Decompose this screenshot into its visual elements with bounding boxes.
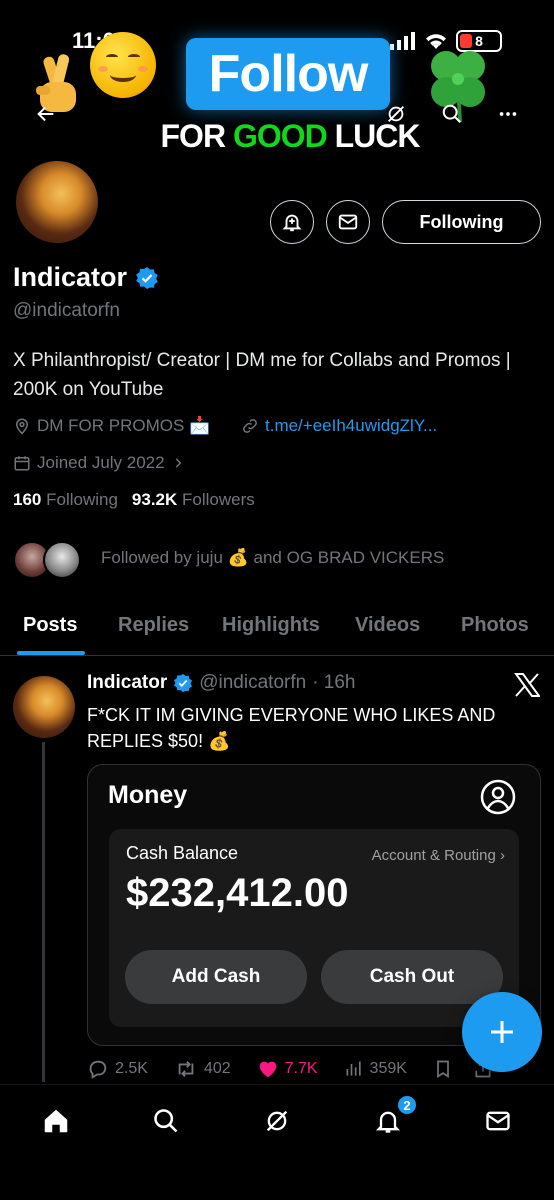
- search-icon: [442, 104, 461, 123]
- reply-icon: [89, 1060, 107, 1079]
- smiling-face-emoji: [90, 32, 156, 98]
- chevron-right-icon: [175, 458, 181, 468]
- notifications-badge: 2: [396, 1094, 418, 1116]
- joined-text: Joined July 2022: [37, 453, 165, 472]
- plus-icon: [491, 1021, 513, 1043]
- x-logo-icon: [514, 673, 540, 697]
- tweet-time: · 16h: [312, 672, 356, 693]
- like-button[interactable]: 7.7K: [257, 1058, 318, 1080]
- verified-badge-icon: [136, 266, 158, 289]
- signal-icon: [390, 32, 415, 50]
- location-pin-icon: [15, 418, 29, 435]
- home-icon: [44, 1109, 68, 1133]
- tweet-header: Indicator @indicatorfn · 16h: [87, 672, 356, 694]
- chevron-right-icon: ›: [500, 847, 505, 864]
- like-count: 7.7K: [284, 1060, 318, 1077]
- tab-highlights[interactable]: Highlights: [222, 614, 320, 637]
- more-options-button[interactable]: [488, 94, 528, 134]
- profile-name-row: Indicator: [13, 262, 159, 293]
- profile-location: DM FOR PROMOS 📩: [13, 416, 210, 436]
- cash-out-pill: Cash Out: [321, 950, 503, 1004]
- verified-badge-icon: [174, 673, 193, 693]
- views-chart-icon: [346, 1061, 361, 1076]
- tweet-text: F*CK IT IM GIVING EVERYONE WHO LIKES AND…: [87, 705, 496, 751]
- nav-messages[interactable]: [478, 1101, 518, 1141]
- followers-stat[interactable]: 93.2K Followers: [132, 490, 255, 510]
- calendar-icon: [14, 456, 30, 471]
- profile-bio: X Philanthropist/ Creator | DM me for Co…: [13, 350, 511, 400]
- following-stat[interactable]: 160 Following: [13, 490, 118, 510]
- tab-photos[interactable]: Photos: [461, 614, 529, 637]
- tweet-author-name[interactable]: Indicator: [87, 672, 167, 694]
- views-count: 359K: [369, 1060, 407, 1077]
- tab-posts[interactable]: Posts: [23, 614, 77, 637]
- cash-balance-label: Cash Balance: [126, 843, 239, 863]
- tweet-actions: 2.5K 402 7.7K 359K: [87, 1058, 537, 1080]
- link-text[interactable]: t.me/+eeIh4uwidgZlY...: [265, 416, 437, 436]
- profile-avatar[interactable]: [12, 157, 102, 247]
- tweet-avatar[interactable]: [13, 676, 75, 738]
- compose-button[interactable]: [462, 992, 542, 1072]
- cash-amount: $232,412.00: [126, 871, 349, 915]
- profile-tabs: Posts Replies Highlights Videos Photos: [0, 600, 554, 656]
- reply-count: 2.5K: [115, 1060, 148, 1077]
- bottom-navigation: [0, 1084, 554, 1200]
- reply-button[interactable]: 2.5K: [87, 1058, 148, 1080]
- bookmark-icon[interactable]: [433, 1058, 453, 1080]
- link-icon: [243, 419, 257, 433]
- profile-joined[interactable]: Joined July 2022: [13, 453, 185, 473]
- profile-link[interactable]: t.me/+eeIh4uwidgZlY...: [241, 416, 437, 436]
- back-button[interactable]: [26, 94, 66, 134]
- add-cash-pill: Add Cash: [125, 950, 307, 1004]
- tab-replies[interactable]: Replies: [118, 614, 189, 637]
- grok-button[interactable]: [376, 94, 416, 134]
- tab-videos[interactable]: Videos: [355, 614, 420, 637]
- arrow-left-icon: [37, 106, 54, 122]
- follow-overlay-badge: Follow: [186, 38, 390, 110]
- message-button[interactable]: [326, 200, 370, 244]
- envelope-icon: [486, 1111, 510, 1131]
- account-routing-link: Account & Routing ›: [371, 847, 505, 864]
- grok-icon: [388, 106, 404, 122]
- follow-stats: 160 Following 93.2K Followers: [13, 490, 255, 510]
- more-horizontal-icon: [499, 112, 517, 116]
- profile-handle: @indicatorfn: [13, 300, 120, 321]
- views-button[interactable]: 359K: [344, 1059, 407, 1079]
- nav-grok[interactable]: [257, 1101, 297, 1141]
- tweet-author-handle[interactable]: @indicatorfn: [199, 672, 306, 694]
- following-button[interactable]: Following: [382, 200, 541, 244]
- search-button[interactable]: [432, 94, 472, 134]
- nav-search[interactable]: [146, 1101, 186, 1141]
- profile-name: Indicator: [13, 262, 128, 292]
- search-icon: [154, 1109, 178, 1133]
- grok-icon: [266, 1110, 288, 1132]
- money-title: Money: [108, 781, 188, 809]
- repost-icon: [178, 1061, 194, 1077]
- location-text: DM FOR PROMOS 📩: [37, 416, 211, 435]
- followed-by-text[interactable]: Followed by juju 💰 and OG BRAD VICKERS: [101, 548, 444, 568]
- heart-filled-icon: [259, 1061, 276, 1078]
- repost-button[interactable]: 402: [174, 1058, 231, 1080]
- follower-avatar[interactable]: [43, 541, 81, 579]
- thread-line: [42, 742, 45, 1082]
- active-tab-indicator: [17, 651, 85, 655]
- notify-button[interactable]: [270, 200, 314, 244]
- nav-home[interactable]: [36, 1101, 76, 1141]
- repost-count: 402: [203, 1060, 231, 1077]
- bell-plus-icon: [282, 214, 302, 232]
- envelope-icon: [338, 214, 358, 230]
- user-circle-icon: [480, 779, 516, 815]
- cash-balance-card: Cash Balance Account & Routing › $232,41…: [109, 829, 519, 1027]
